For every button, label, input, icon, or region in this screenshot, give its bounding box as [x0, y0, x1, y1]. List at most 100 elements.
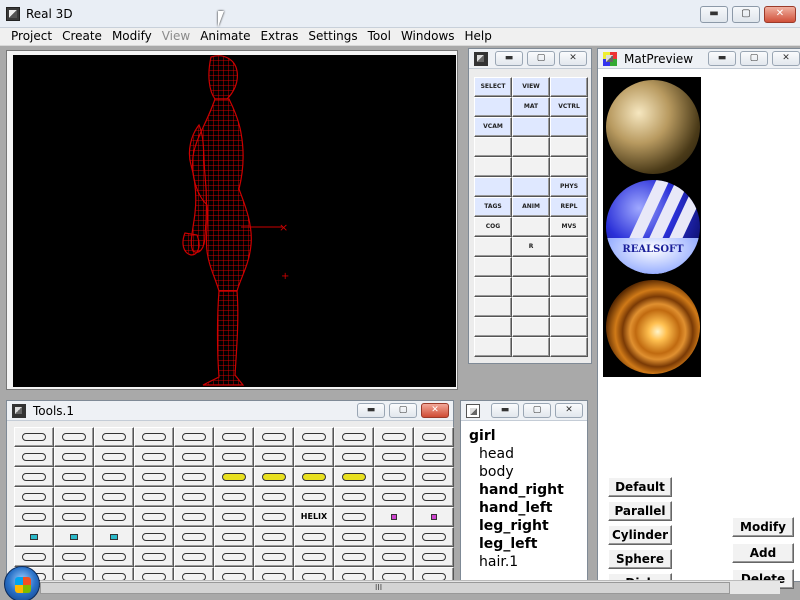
palette-button[interactable]: VIEW: [512, 77, 550, 97]
tool-button[interactable]: [414, 467, 454, 487]
tool-button[interactable]: [294, 527, 334, 547]
tool-button[interactable]: [374, 467, 414, 487]
tool-button[interactable]: [254, 487, 294, 507]
tree-node-hand-left[interactable]: hand_left: [469, 499, 564, 517]
palette-button[interactable]: [550, 297, 588, 317]
matpreview-close-button[interactable]: ✕: [772, 51, 800, 66]
palette-button[interactable]: [474, 257, 512, 277]
tool-button[interactable]: [374, 447, 414, 467]
tool-button[interactable]: [414, 527, 454, 547]
tool-button[interactable]: [214, 467, 254, 487]
menu-create[interactable]: Create: [57, 28, 107, 45]
tool-button[interactable]: [294, 467, 334, 487]
tool-button[interactable]: [54, 527, 94, 547]
add-button[interactable]: Add: [732, 543, 794, 563]
tool-button[interactable]: [94, 527, 134, 547]
start-button[interactable]: [4, 566, 40, 600]
tool-button[interactable]: [254, 527, 294, 547]
menu-windows[interactable]: Windows: [396, 28, 460, 45]
tool-button[interactable]: [414, 507, 454, 527]
tool-button[interactable]: [254, 447, 294, 467]
tool-button[interactable]: [14, 467, 54, 487]
tool-button[interactable]: [374, 487, 414, 507]
menu-project[interactable]: Project: [6, 28, 57, 45]
palette-button[interactable]: [474, 97, 512, 117]
tool-button[interactable]: [54, 507, 94, 527]
tool-button[interactable]: [294, 487, 334, 507]
palette-button[interactable]: MAT: [512, 97, 550, 117]
default-button[interactable]: Default: [608, 477, 672, 497]
tree-node-leg-right[interactable]: leg_right: [469, 517, 564, 535]
palette-button[interactable]: [512, 217, 550, 237]
tools-close-button[interactable]: ✕: [421, 403, 449, 418]
tool-button[interactable]: [374, 427, 414, 447]
palette-button[interactable]: [512, 157, 550, 177]
tool-button[interactable]: [134, 527, 174, 547]
tool-button[interactable]: [254, 547, 294, 567]
tool-button[interactable]: [214, 447, 254, 467]
tool-button[interactable]: [134, 467, 174, 487]
menu-animate[interactable]: Animate: [195, 28, 255, 45]
tool-button[interactable]: [174, 427, 214, 447]
matpreview-maximize-button[interactable]: ▢: [740, 51, 768, 66]
helix-tool-button[interactable]: HELIX: [294, 507, 334, 527]
tool-button[interactable]: [374, 547, 414, 567]
tool-button[interactable]: [94, 447, 134, 467]
palette-button[interactable]: [512, 297, 550, 317]
tool-button[interactable]: [14, 507, 54, 527]
tool-button[interactable]: [54, 467, 94, 487]
tools-minimize-button[interactable]: ▬: [357, 403, 385, 418]
palette-button[interactable]: [550, 77, 588, 97]
tool-button[interactable]: [134, 427, 174, 447]
tool-button[interactable]: [214, 507, 254, 527]
material-sphere-1[interactable]: [606, 80, 700, 174]
tool-button[interactable]: [94, 487, 134, 507]
tool-button[interactable]: [14, 547, 54, 567]
scrollbar-thumb[interactable]: III: [40, 582, 730, 594]
palette-button[interactable]: REPL TAGS: [550, 197, 588, 217]
menu-settings[interactable]: Settings: [303, 28, 362, 45]
menu-extras[interactable]: Extras: [255, 28, 303, 45]
tool-button[interactable]: [134, 547, 174, 567]
palette-button[interactable]: SELECT: [474, 77, 512, 97]
tree-node-leg-left[interactable]: leg_left: [469, 535, 564, 553]
tool-button[interactable]: [254, 467, 294, 487]
parallel-button[interactable]: Parallel: [608, 501, 672, 521]
tool-button[interactable]: [214, 427, 254, 447]
tool-button[interactable]: [174, 507, 214, 527]
tree-node-head[interactable]: head: [469, 445, 564, 463]
palette-button[interactable]: [474, 137, 512, 157]
modify-button[interactable]: Modify: [732, 517, 794, 537]
tool-button[interactable]: [254, 427, 294, 447]
menu-help[interactable]: Help: [460, 28, 497, 45]
tool-button[interactable]: [134, 447, 174, 467]
palette-button[interactable]: [550, 277, 588, 297]
palette-button[interactable]: [512, 137, 550, 157]
palette-button[interactable]: [550, 137, 588, 157]
tool-button[interactable]: [14, 527, 54, 547]
palette-button[interactable]: [550, 237, 588, 257]
palette-button[interactable]: [474, 237, 512, 257]
tool-button[interactable]: [254, 507, 294, 527]
palette-button[interactable]: [512, 337, 550, 357]
tool-button[interactable]: [54, 447, 94, 467]
tool-button[interactable]: [174, 547, 214, 567]
tool-button[interactable]: [334, 467, 374, 487]
palette-button[interactable]: [512, 317, 550, 337]
material-sphere-2[interactable]: REALSOFT: [606, 180, 700, 274]
palette-button[interactable]: MVS: [550, 217, 588, 237]
tool-button[interactable]: [374, 527, 414, 547]
tool-button[interactable]: [374, 507, 414, 527]
palette-button[interactable]: [512, 177, 550, 197]
tool-button[interactable]: [174, 487, 214, 507]
tool-button[interactable]: [54, 427, 94, 447]
palette-button[interactable]: [512, 277, 550, 297]
palette-button[interactable]: [550, 337, 588, 357]
palette-minimize-button[interactable]: ▬: [495, 51, 523, 66]
palette-button[interactable]: R: [512, 237, 550, 257]
menu-modify[interactable]: Modify: [107, 28, 157, 45]
matpreview-minimize-button[interactable]: ▬: [708, 51, 736, 66]
palette-button[interactable]: TAGS: [474, 197, 512, 217]
palette-button[interactable]: [474, 157, 512, 177]
tool-button[interactable]: [334, 447, 374, 467]
